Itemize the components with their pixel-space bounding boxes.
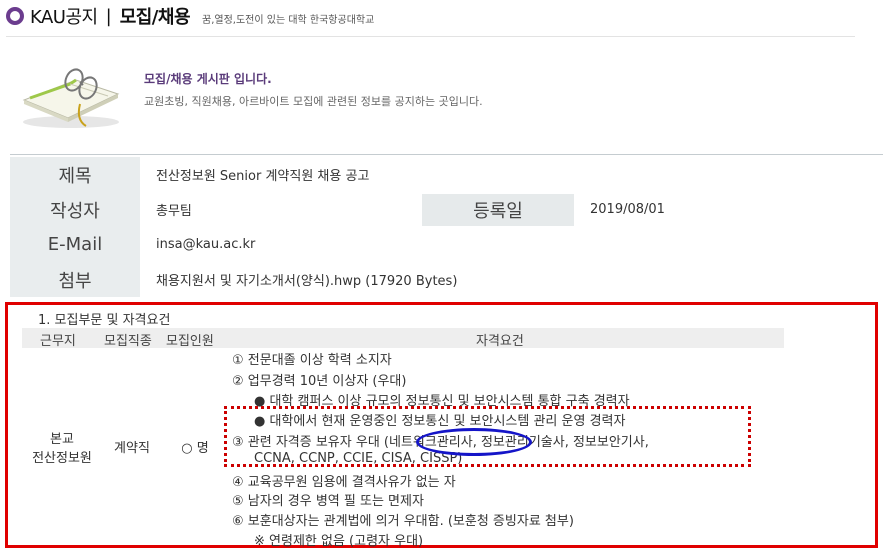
post-info-table: 제목 전산정보원 Senior 계약직원 채용 공고 작성자 총무팀 등록일 2… xyxy=(10,154,883,297)
attachment-value: 채용지원서 및 자기소개서(양식).hwp (17920 Bytes) xyxy=(156,262,457,297)
section-title: 1. 모집부문 및 자격요건 xyxy=(38,313,171,328)
kau-logo-icon[interactable] xyxy=(6,7,24,25)
workplace-line-2: 전산정보원 xyxy=(32,451,92,466)
job-type-cell: 계약직 xyxy=(114,441,150,456)
author-label: 작성자 xyxy=(10,192,140,227)
attachment-link[interactable]: 채용지원서 및 자기소개서(양식).hwp (17920 Bytes) xyxy=(156,270,457,289)
header-separator: | xyxy=(105,5,112,27)
header-headcount: 모집인원 xyxy=(166,334,214,349)
attachment-label: 첨부 xyxy=(10,262,140,297)
email-label: E-Mail xyxy=(10,227,140,262)
header-workplace: 근무지 xyxy=(40,334,76,349)
requirement-item: ④ 교육공무원 임용에 결격사유가 없는 자 xyxy=(232,475,456,490)
author-value: 총무팀 xyxy=(156,204,192,219)
header-job-type: 모집직종 xyxy=(104,334,152,349)
header-requirements: 자격요건 xyxy=(476,334,524,349)
workplace-cell: 본교 전산정보원 xyxy=(22,430,102,468)
subject-row: 제목 전산정보원 Senior 계약직원 채용 공고 xyxy=(10,157,883,192)
site-header: KAU공지 | 모집/채용 꿈,열정,도전이 있는 대학 한국항공대학교 xyxy=(6,4,374,28)
email-link[interactable]: insa@kau.ac.kr xyxy=(156,237,255,252)
email-row: E-Mail insa@kau.ac.kr xyxy=(10,227,883,262)
email-value: insa@kau.ac.kr xyxy=(156,227,255,262)
page-title: 모집/채용 xyxy=(119,7,191,28)
intro-description: 교원초빙, 직원채용, 아르바이트 모집에 관련된 정보를 공지하는 곳입니다. xyxy=(144,95,483,108)
headcount-cell: ○ 명 xyxy=(181,441,209,456)
date-label: 등록일 xyxy=(422,194,574,226)
requirement-item: ① 전문대졸 이상 학력 소지자 xyxy=(232,353,392,368)
intro-title: 모집/채용 게시판 입니다. xyxy=(144,72,272,86)
highlight-ellipse-blue xyxy=(416,428,532,456)
open-book-glasses-icon xyxy=(22,68,120,128)
requirement-item: ※ 연령제한 없음 (고령자 우대) xyxy=(254,534,424,549)
requirement-item: ⑥ 보훈대상자는 관계법에 의거 우대함. (보훈청 증빙자료 첨부) xyxy=(232,514,574,529)
subject-value: 전산정보원 Senior 계약직원 채용 공고 xyxy=(156,169,370,184)
header-slogan: 꿈,열정,도전이 있는 대학 한국항공대학교 xyxy=(202,14,375,26)
subject-label: 제목 xyxy=(10,157,140,192)
header-divider xyxy=(6,36,855,37)
date-value: 2019/08/01 xyxy=(590,202,665,217)
attachment-row: 첨부 채용지원서 및 자기소개서(양식).hwp (17920 Bytes) xyxy=(10,262,883,297)
requirement-item: ⑤ 남자의 경우 병역 필 또는 면제자 xyxy=(232,494,424,509)
brand-name[interactable]: KAU공지 xyxy=(30,3,98,29)
author-row: 작성자 총무팀 등록일 2019/08/01 xyxy=(10,192,883,227)
workplace-line-1: 본교 xyxy=(50,432,74,447)
requirement-item: ② 업무경력 10년 이상자 (우대) xyxy=(232,374,407,389)
